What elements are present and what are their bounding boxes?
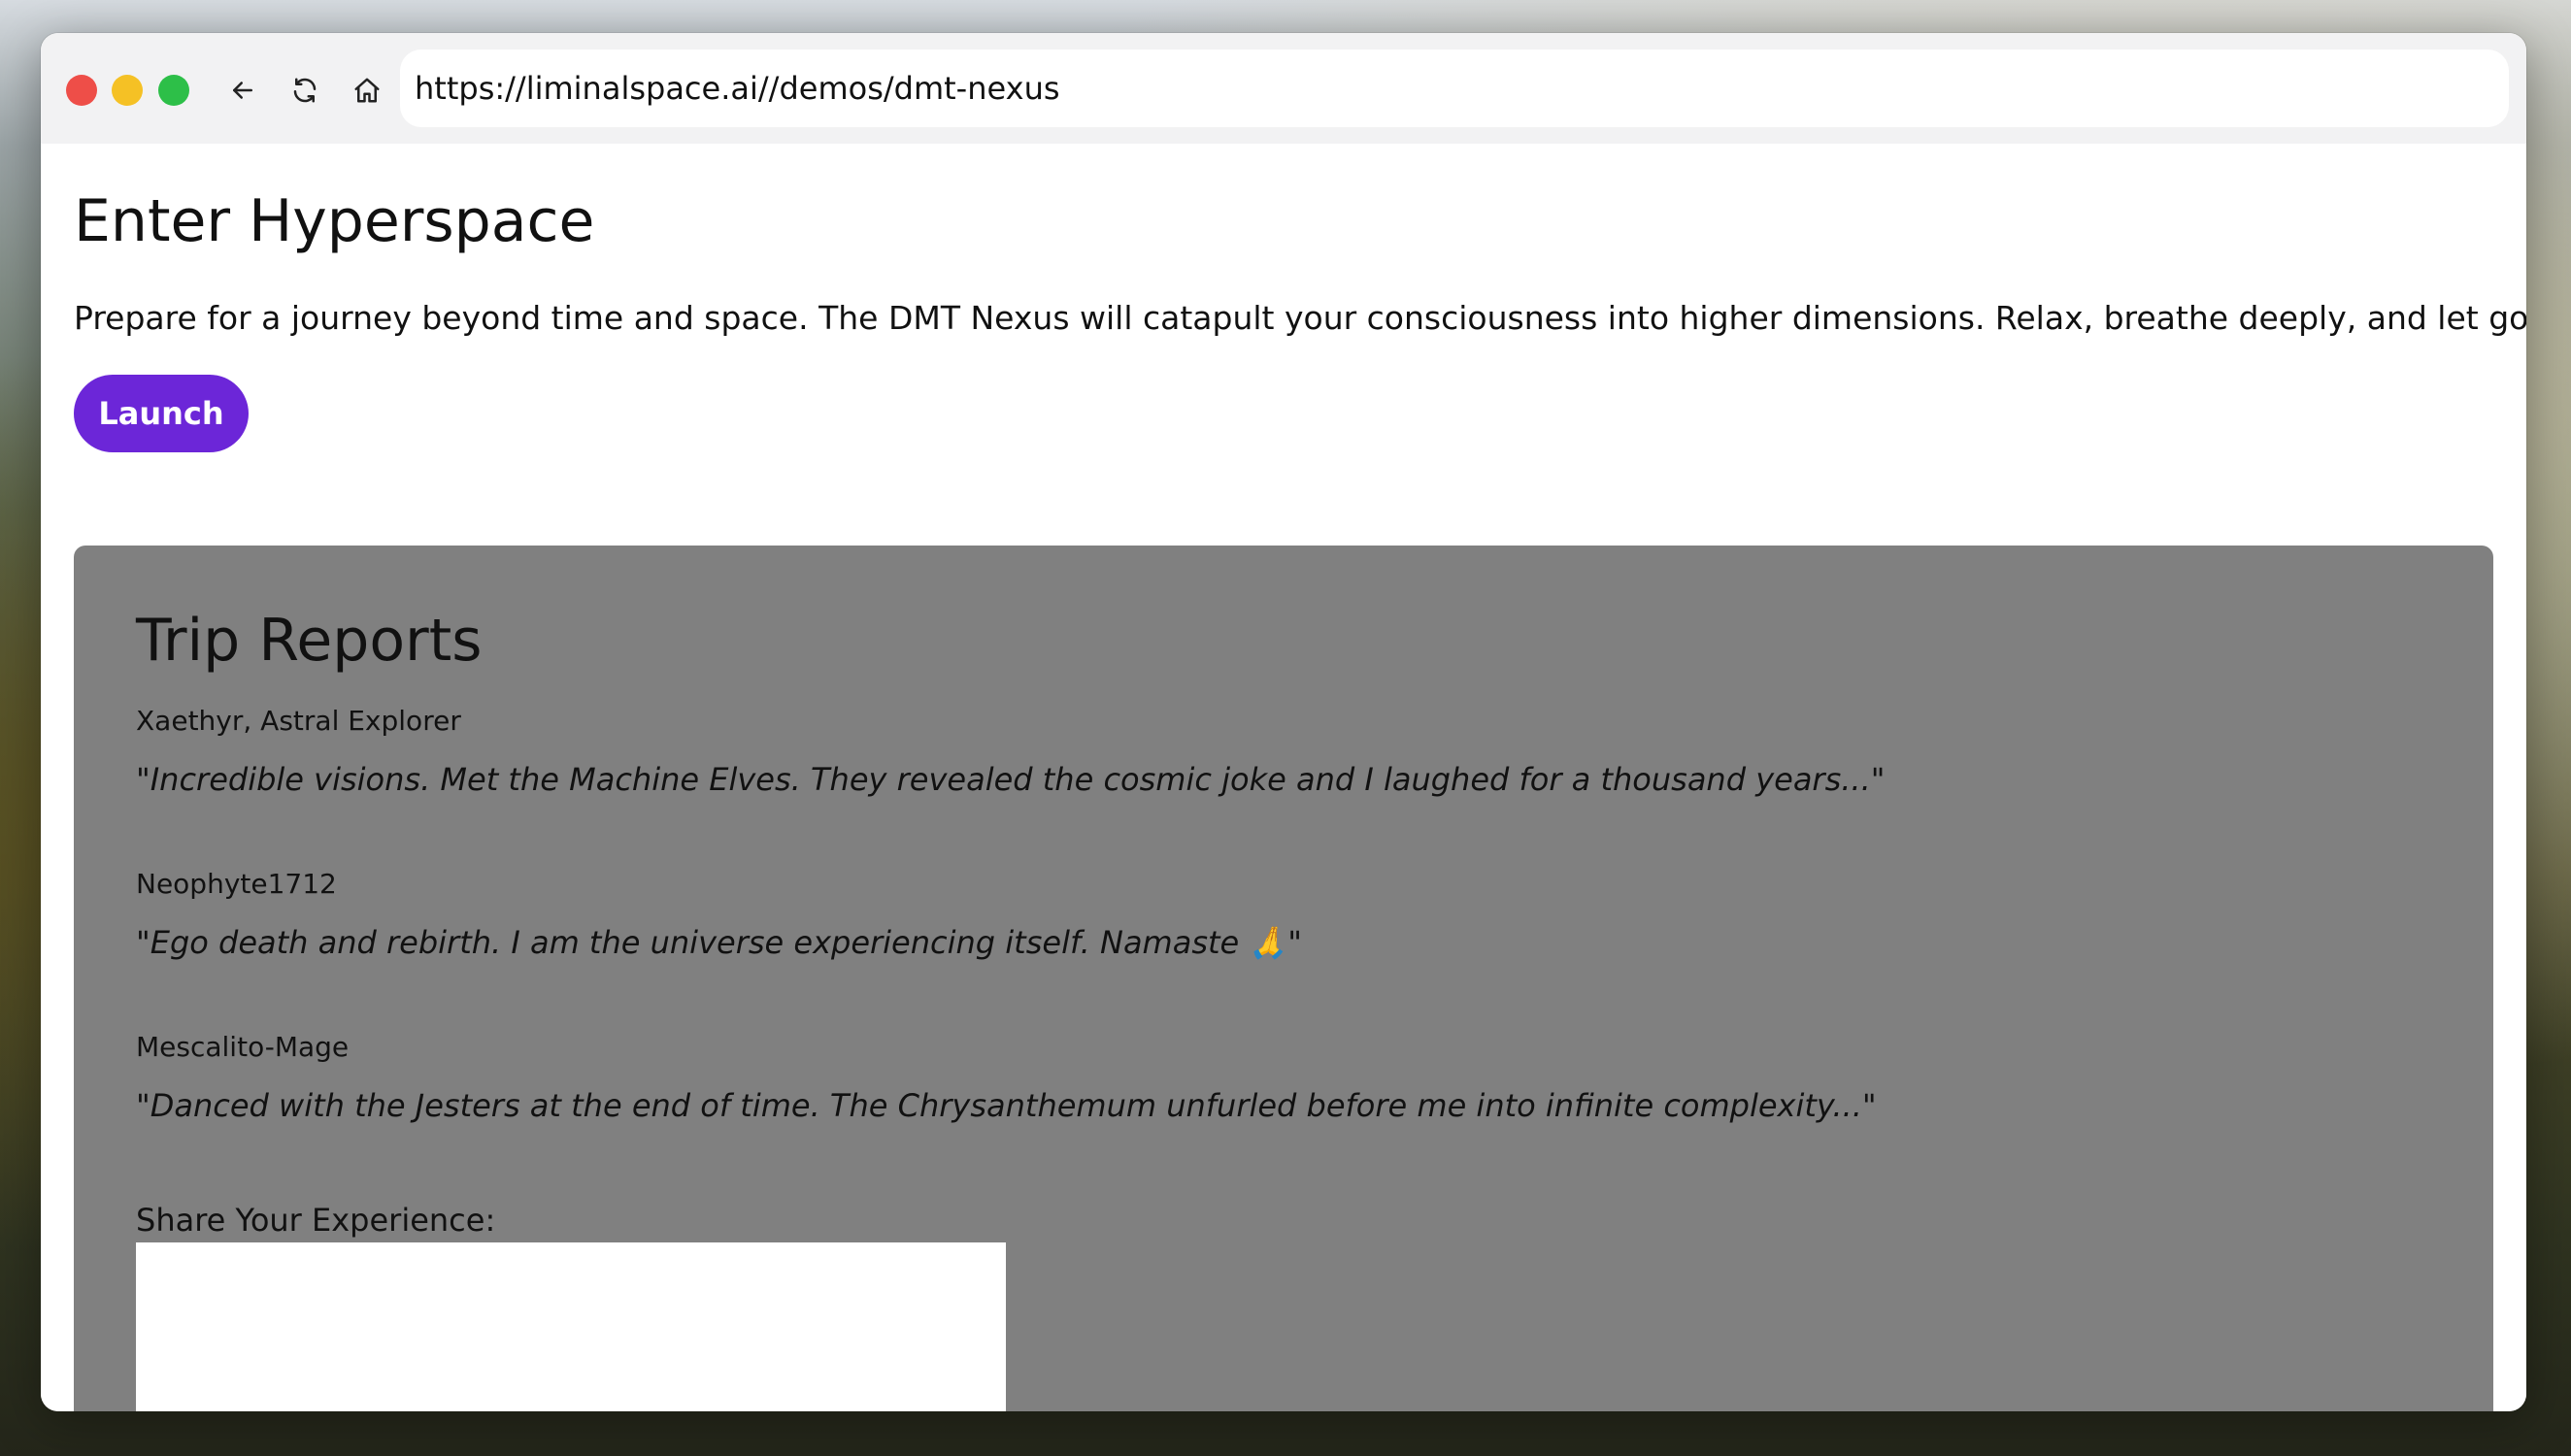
report-author: Xaethyr, Astral Explorer (136, 705, 461, 737)
address-bar[interactable]: https://liminalspace.ai//demos/dmt-nexus (400, 50, 2509, 127)
minimize-window-button[interactable] (112, 75, 143, 106)
close-window-button[interactable] (66, 75, 97, 106)
trip-reports-panel: Trip Reports Xaethyr, Astral Explorer "I… (74, 546, 2493, 1411)
share-experience-input[interactable] (136, 1242, 1006, 1411)
browser-window: https://liminalspace.ai//demos/dmt-nexus… (41, 33, 2526, 1411)
trip-reports-title: Trip Reports (136, 607, 483, 675)
launch-button[interactable]: Launch (74, 375, 249, 452)
report-quote: "Ego death and rebirth. I am the univers… (136, 924, 1302, 961)
maximize-window-button[interactable] (158, 75, 189, 106)
address-url: https://liminalspace.ai//demos/dmt-nexus (415, 70, 1060, 107)
intro-text: Prepare for a journey beyond time and sp… (74, 299, 2526, 337)
report-quote: "Danced with the Jesters at the end of t… (136, 1087, 1877, 1124)
page-title: Enter Hyperspace (74, 187, 595, 255)
share-experience-label: Share Your Experience: (136, 1202, 496, 1239)
back-arrow-icon[interactable] (223, 71, 262, 110)
home-icon[interactable] (348, 71, 386, 110)
reload-icon[interactable] (285, 71, 324, 110)
report-author: Neophyte1712 (136, 868, 337, 900)
report-quote: "Incredible visions. Met the Machine Elv… (136, 761, 1886, 798)
report-author: Mescalito-Mage (136, 1031, 350, 1063)
browser-toolbar: https://liminalspace.ai//demos/dmt-nexus (41, 33, 2526, 144)
page-content: Enter Hyperspace Prepare for a journey b… (41, 144, 2526, 1411)
